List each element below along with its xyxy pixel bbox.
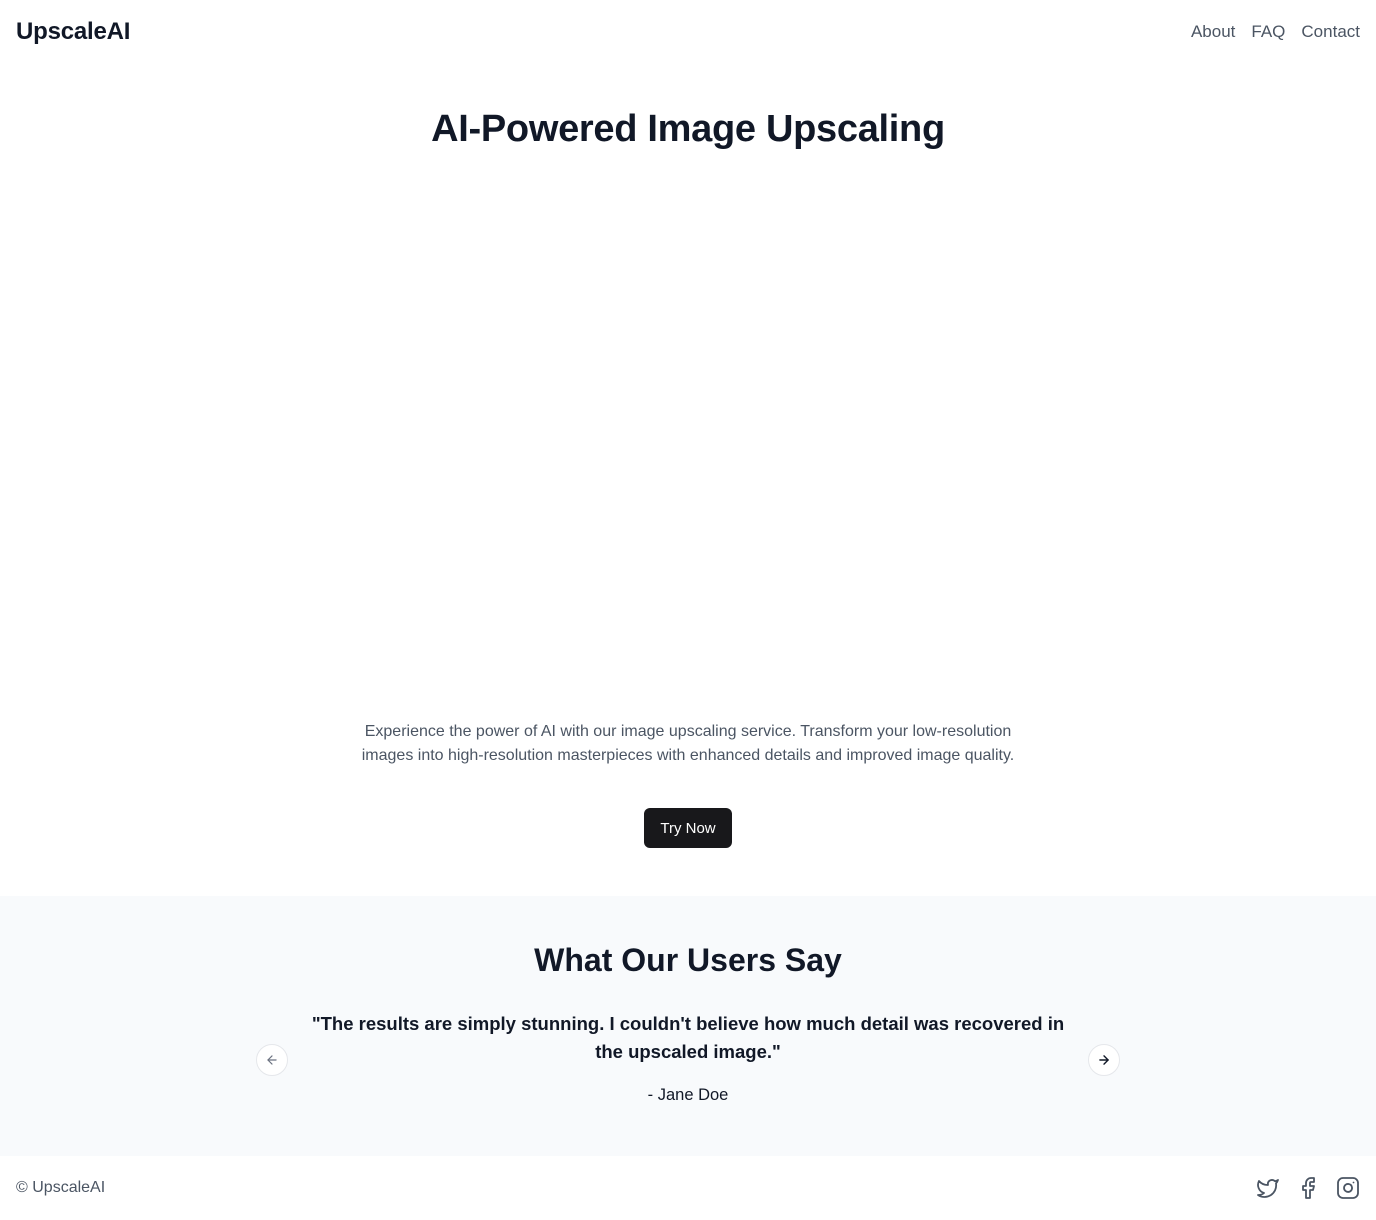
carousel-next-button[interactable] — [1088, 1044, 1120, 1076]
carousel-prev-button[interactable] — [256, 1044, 288, 1076]
instagram-icon[interactable] — [1336, 1176, 1360, 1200]
testimonials-title: What Our Users Say — [534, 942, 842, 978]
main-nav: About FAQ Contact — [1191, 22, 1360, 42]
nav-link-contact[interactable]: Contact — [1301, 22, 1360, 42]
hero-image-placeholder — [350, 180, 1026, 700]
facebook-icon[interactable] — [1296, 1176, 1320, 1200]
nav-link-faq[interactable]: FAQ — [1251, 22, 1285, 42]
arrow-right-icon — [1099, 1055, 1109, 1065]
twitter-icon[interactable] — [1256, 1176, 1280, 1200]
hero-title: AI-Powered Image Upscaling — [431, 108, 945, 150]
copyright-text: © UpscaleAI — [16, 1179, 106, 1196]
try-now-button[interactable]: Try Now — [644, 808, 732, 848]
site-header: UpscaleAI About FAQ Contact — [0, 0, 1376, 64]
logo[interactable]: UpscaleAI — [16, 18, 130, 46]
arrow-left-icon — [267, 1055, 277, 1065]
hero-description: Experience the power of AI with our imag… — [361, 723, 1015, 764]
testimonials-section: What Our Users Say "The results are simp… — [0, 896, 1376, 1156]
testimonial-quote: "The results are simply stunning. I coul… — [311, 1013, 1065, 1062]
testimonial-author: - Jane Doe — [647, 1086, 729, 1104]
site-footer: © UpscaleAI — [0, 1156, 1376, 1220]
nav-link-about[interactable]: About — [1191, 22, 1235, 42]
social-links — [1256, 1176, 1360, 1200]
